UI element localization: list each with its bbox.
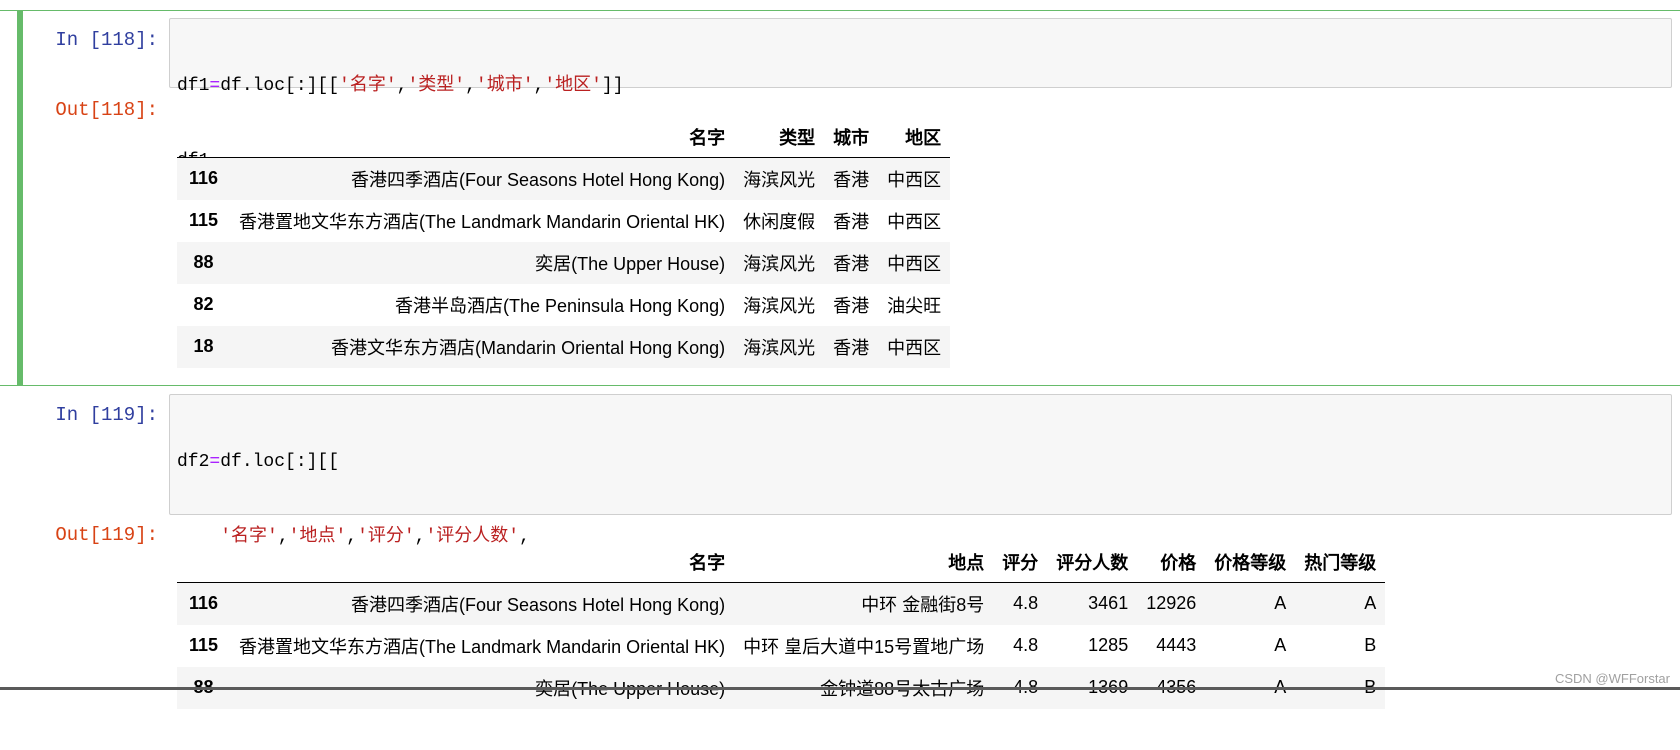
- table-row: 88 奕居(The Upper House) 海滨风光 香港 中西区: [177, 241, 951, 284]
- code-editor[interactable]: df2=df.loc[:][[ '名字','地点','评分','评分人数', '…: [169, 394, 1672, 697]
- column-header: 地点: [734, 542, 994, 583]
- watermark: CSDN @WFForstar: [1554, 671, 1670, 686]
- column-header: 地区: [878, 117, 951, 158]
- code-editor[interactable]: df1=df.loc[:][['名字','类型','城市','地区']] df1: [169, 18, 1672, 171]
- input-prompt: In [118]:: [55, 29, 158, 51]
- column-header: 名字: [230, 117, 735, 158]
- table-cell: 12926: [1146, 593, 1197, 614]
- table-row: 82 香港半岛酒店(The Peninsula Hong Kong) 海滨风光 …: [177, 284, 950, 326]
- table-cell: A: [1274, 635, 1287, 655]
- table-cell: 海滨风光: [743, 169, 816, 190]
- table-header-row: 名字 地点 评分 评分人数 价格 价格等级 热门等级: [177, 542, 1386, 583]
- row-index: 82: [193, 294, 214, 314]
- table-cell: A: [1274, 593, 1287, 614]
- row-index: 115: [189, 635, 219, 655]
- row-index: 18: [193, 336, 214, 356]
- table-cell: 油尖旺: [887, 295, 942, 316]
- table-cell: 4443: [1156, 635, 1197, 655]
- table-row: 115 香港置地文华东方酒店(The Landmark Mandarin Ori…: [177, 200, 950, 242]
- dataframe-table: 名字 地点 评分 评分人数 价格 价格等级 热门等级 116 香港四季酒店(Fo…: [177, 542, 1386, 709]
- cell-selection-bar: [17, 11, 23, 385]
- dataframe-table: 名字 类型 城市 地区 116 香港四季酒店(Four Seasons Hote…: [177, 117, 951, 368]
- table-cell: 1285: [1088, 635, 1129, 655]
- row-index: 116: [189, 168, 219, 189]
- table-cell: 4.8: [1013, 593, 1039, 614]
- table-cell: 香港文华东方酒店(Mandarin Oriental Hong Kong): [331, 337, 726, 358]
- output-prompt: Out[118]:: [55, 99, 158, 121]
- code-cell-118[interactable]: In [118]: df1=df.loc[:][['名字','类型','城市',…: [0, 10, 1680, 386]
- table-cell: 海滨风光: [743, 337, 816, 358]
- table-cell: 中环 金融街8号: [861, 594, 985, 615]
- column-header: 价格: [1137, 542, 1206, 583]
- table-cell: 香港: [833, 253, 870, 274]
- column-header: 评分人数: [1047, 542, 1138, 583]
- column-header: 城市: [824, 117, 879, 158]
- table-cell: 香港: [833, 295, 870, 316]
- column-header: 类型: [734, 117, 825, 158]
- row-index: 88: [193, 252, 214, 272]
- index-header: [177, 542, 231, 583]
- table-cell: A: [1364, 593, 1377, 614]
- index-header: [177, 117, 231, 158]
- table-cell: 中环 皇后大道中15号置地广场: [743, 636, 985, 657]
- code-cell-119[interactable]: In [119]: df2=df.loc[:][[ '名字','地点','评分'…: [0, 392, 1680, 709]
- input-prompt: In [119]:: [55, 404, 158, 426]
- table-cell: B: [1364, 635, 1377, 655]
- row-index: 115: [189, 210, 219, 230]
- table-cell: 3461: [1088, 593, 1129, 614]
- table-cell: 香港: [833, 169, 870, 190]
- column-header: 热门等级: [1295, 542, 1386, 583]
- table-cell: 香港四季酒店(Four Seasons Hotel Hong Kong): [351, 169, 726, 190]
- table-cell: 中西区: [887, 211, 942, 232]
- table-header-row: 名字 类型 城市 地区: [177, 117, 951, 158]
- table-cell: 中西区: [887, 337, 942, 358]
- column-header: 评分: [993, 542, 1048, 583]
- table-row: 18 香港文华东方酒店(Mandarin Oriental Hong Kong)…: [177, 325, 951, 368]
- table-row: 115 香港置地文华东方酒店(The Landmark Mandarin Ori…: [177, 625, 1385, 667]
- table-cell: 海滨风光: [743, 253, 816, 274]
- table-cell: 休闲度假: [743, 211, 816, 232]
- output-prompt: Out[119]:: [55, 524, 158, 546]
- table-row: 116 香港四季酒店(Four Seasons Hotel Hong Kong)…: [177, 157, 951, 200]
- column-header: 价格等级: [1205, 542, 1296, 583]
- table-cell: 香港: [833, 337, 870, 358]
- code-line: df2=df.loc[:][[: [177, 452, 340, 472]
- table-cell: 4.8: [1013, 635, 1039, 655]
- table-row: 116 香港四季酒店(Four Seasons Hotel Hong Kong)…: [177, 582, 1386, 625]
- code-line: df1=df.loc[:][['名字','类型','城市','地区']]: [177, 76, 624, 96]
- row-index: 116: [189, 593, 219, 614]
- table-cell: 中西区: [887, 169, 942, 190]
- table-cell: 香港四季酒店(Four Seasons Hotel Hong Kong): [351, 594, 726, 615]
- table-cell: 香港置地文华东方酒店(The Landmark Mandarin Orienta…: [239, 636, 726, 657]
- table-cell: 香港半岛酒店(The Peninsula Hong Kong): [395, 295, 726, 316]
- table-cell: 香港: [833, 211, 870, 232]
- table-cell: 中西区: [887, 253, 942, 274]
- table-cell: 奕居(The Upper House): [535, 253, 726, 274]
- table-cell: 海滨风光: [743, 295, 816, 316]
- column-header: 名字: [230, 542, 735, 583]
- table-cell: 香港置地文华东方酒店(The Landmark Mandarin Orienta…: [239, 211, 726, 232]
